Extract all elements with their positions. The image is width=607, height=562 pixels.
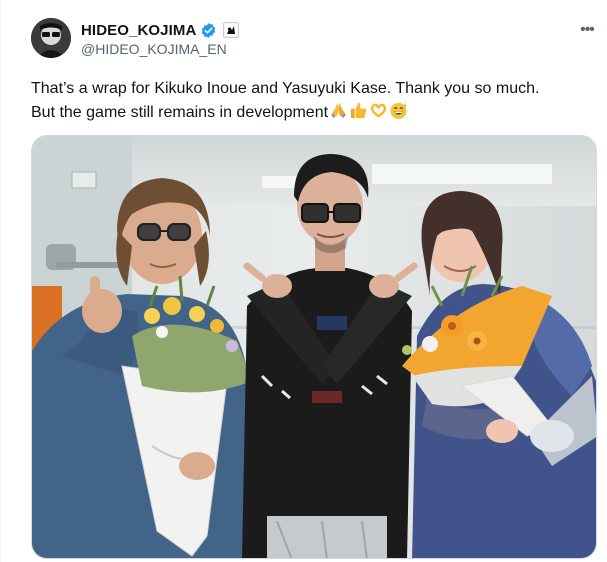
tweet-text-line-2: But the game still remains in developmen… — [31, 104, 329, 121]
more-options-icon[interactable]: ••• — [573, 20, 601, 40]
author-display-name[interactable]: HIDEO_KOJIMA — [81, 22, 196, 39]
tweet-photo[interactable] — [31, 135, 597, 559]
folded-hands-emoji-icon — [329, 101, 348, 120]
heart-hands-emoji-icon — [369, 101, 388, 120]
verified-badge-icon[interactable] — [200, 22, 217, 39]
tweet-text-line-1: That’s a wrap for Kikuko Inoue and Yasuy… — [31, 80, 540, 97]
tweet-text: That’s a wrap for Kikuko Inoue and Yasuy… — [31, 77, 596, 125]
thumbs-up-emoji-icon — [349, 101, 368, 120]
author-avatar[interactable] — [31, 18, 71, 58]
tweet-text-line-2-wrap: But the game still remains in developmen… — [31, 101, 596, 125]
grinning-sweat-emoji-icon — [389, 101, 408, 120]
affiliation-badge-icon[interactable] — [223, 22, 240, 38]
author-handle[interactable]: @HIDEO_KOJIMA_EN — [81, 41, 227, 57]
author-name-row: HIDEO_KOJIMA — [81, 20, 240, 40]
tweet-card[interactable]: HIDEO_KOJIMA @HIDEO_KOJIMA_EN ••• That’s… — [0, 0, 607, 562]
